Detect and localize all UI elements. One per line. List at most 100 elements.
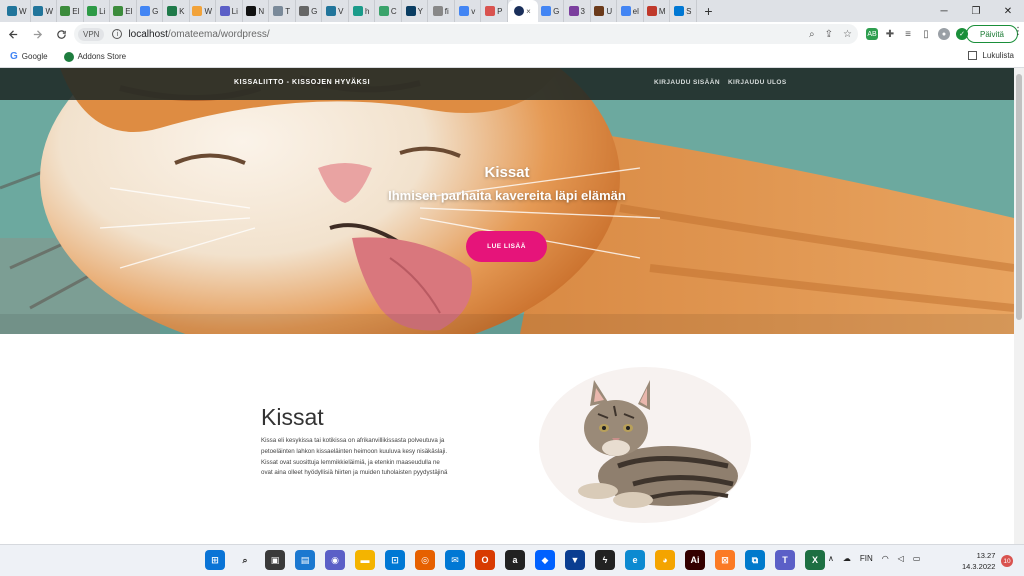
address-bar[interactable]: VPN i localhost /omateema/wordpress/ ⌕ ⇪… [74,24,858,44]
share-icon[interactable]: ⇪ [825,29,833,40]
tab-label: W [204,6,213,16]
reload-button[interactable] [50,23,72,45]
browser-menu-icon[interactable]: ⋮ [1013,26,1023,37]
taskbar-mail-icon[interactable]: ✉ [445,550,465,570]
reload-icon [56,29,66,39]
taskbar-chrome-icon[interactable]: ◕ [655,550,675,570]
sidebar-icon[interactable]: ▯ [920,28,932,40]
scrollbar-thumb[interactable] [1016,74,1022,320]
taskbar-amazon-icon[interactable]: a [505,550,525,570]
update-browser-button[interactable]: Päivitä [966,25,1018,43]
tab-favicon-icon [299,6,310,16]
read-more-button[interactable]: LUE LISÄÄ [466,231,547,262]
clock-date: 14.3.2022 [962,562,996,571]
taskbar-edge-icon[interactable]: e [625,550,645,570]
site-title[interactable]: KISSALIITTO - KISSOJEN HYVÄKSI [234,79,370,86]
browser-tab[interactable]: T [269,0,296,22]
zoom-icon[interactable]: ⌕ [809,29,815,40]
browser-tab[interactable]: N [243,0,269,22]
taskbar-excel-icon[interactable]: X [805,550,825,570]
new-tab-button[interactable]: + [697,0,721,22]
tray-cloud-icon[interactable]: ☁ [843,554,851,563]
extensions-puzzle-icon[interactable]: ✚ [884,28,896,40]
taskbar-illustrator-icon[interactable]: Ai [685,550,705,570]
volume-icon[interactable]: ◁ [898,554,904,563]
taskbar-teams-chat-icon[interactable]: ◉ [325,550,345,570]
browser-tab[interactable]: S [670,0,697,22]
reading-list-icon [968,51,978,60]
browser-tab[interactable]: Li [216,0,243,22]
browser-tab[interactable]: M [644,0,670,22]
taskbar-windows-start-icon[interactable]: ⊞ [205,550,225,570]
browser-tab[interactable]: El [57,0,84,22]
browser-tab[interactable]: G [296,0,322,22]
restore-button[interactable]: ❐ [960,0,992,22]
taskbar-xampp-icon[interactable]: ⊠ [715,550,735,570]
browser-tab[interactable]: el [617,0,644,22]
browser-tab[interactable]: h [349,0,375,22]
browser-tab[interactable]: K [163,0,190,22]
taskbar-widgets-icon[interactable]: ▤ [295,550,315,570]
taskbar-search-icon[interactable]: ⌕ [235,550,255,570]
windows-taskbar: ⊞ ⌕ ▣ ▤ ◉ ▬ ⊡ ◎ ✉ Oa ◆ ▼ ϟ e ◕ Ai ⊠ ⧉ T X ∧ ☁ FIN ◠ ◁ ▭ 13.… [0,544,1024,576]
battery-icon[interactable]: ▭ [913,554,921,563]
taskbar-dropbox-icon[interactable]: ◆ [535,550,555,570]
browser-tab[interactable]: Y [402,0,428,22]
addons-store-icon [63,51,74,62]
tray-overflow-icon[interactable]: ∧ [828,554,834,563]
notification-badge[interactable]: 10 [1001,555,1013,567]
nav-logout-link[interactable]: KIRJAUDU ULOS [728,79,787,86]
active-browser-tab[interactable]: × [507,0,538,22]
tray-language[interactable]: FIN [860,554,873,563]
adblock-extension-icon[interactable]: AB [866,28,878,40]
browser-tab[interactable]: G [538,0,564,22]
browser-tab[interactable]: U [591,0,617,22]
system-tray: ∧ ☁ FIN ◠ ◁ ▭ [828,554,920,563]
taskbar-office-icon[interactable]: O [475,550,495,570]
minimize-button[interactable]: ─ [928,0,960,22]
hero-banner: KISSALIITTO - KISSOJEN HYVÄKSI KIRJAUDU … [0,68,1014,334]
browser-tab[interactable]: fi [428,0,455,22]
browser-tab[interactable]: C [375,0,402,22]
bookmark-google[interactable]: G Google [10,51,48,62]
bookmark-addons-store[interactable]: Addons Store [63,51,126,62]
profile-avatar-icon[interactable]: ● [938,28,950,40]
close-tab-icon[interactable]: × [526,7,531,16]
page-scrollbar[interactable] [1014,68,1024,544]
tab-favicon-icon [378,6,389,16]
media-playlist-icon[interactable]: ≡ [902,28,914,40]
browser-tab[interactable]: G [137,0,163,22]
taskbar-file-explorer-icon[interactable]: ▬ [355,550,375,570]
tab-favicon-icon [273,6,284,16]
taskbar-clock[interactable]: 13.27 14.3.2022 [962,550,995,572]
site-info-icon[interactable]: i [112,29,123,39]
tab-favicon-icon [60,6,71,16]
browser-tab[interactable]: W [31,0,57,22]
browser-tab[interactable]: 3 [564,0,591,22]
taskbar-task-view-icon[interactable]: ▣ [265,550,285,570]
browser-tab[interactable]: V [322,0,349,22]
close-window-button[interactable]: ✕ [992,0,1024,22]
tab-favicon-icon [326,6,337,16]
taskbar-terminal-icon[interactable]: ϟ [595,550,615,570]
browser-tab[interactable]: W [190,0,216,22]
nav-login-link[interactable]: KIRJAUDU SISÄÄN [654,79,720,86]
reading-list-button[interactable]: Lukulista [968,51,1014,60]
taskbar-store-icon[interactable]: ⊡ [385,550,405,570]
tab-label: El [125,6,133,16]
taskbar-vscode-icon[interactable]: ⧉ [745,550,765,570]
browser-tab[interactable]: Li [84,0,110,22]
vpn-badge[interactable]: VPN [78,27,105,41]
taskbar-firefox-icon[interactable]: ◎ [415,550,435,570]
taskbar-security-icon[interactable]: ▼ [565,550,585,570]
wifi-icon[interactable]: ◠ [882,554,889,563]
browser-tab[interactable]: v [455,0,481,22]
back-button[interactable] [2,23,24,45]
browser-tab[interactable]: El [110,0,137,22]
browser-tab[interactable]: P [481,0,508,22]
browser-tab[interactable]: W [4,0,31,22]
forward-button[interactable] [26,23,48,45]
update-label: Päivitä [979,29,1004,39]
taskbar-teams-icon[interactable]: T [775,550,795,570]
bookmark-star-icon[interactable]: ☆ [843,29,852,40]
